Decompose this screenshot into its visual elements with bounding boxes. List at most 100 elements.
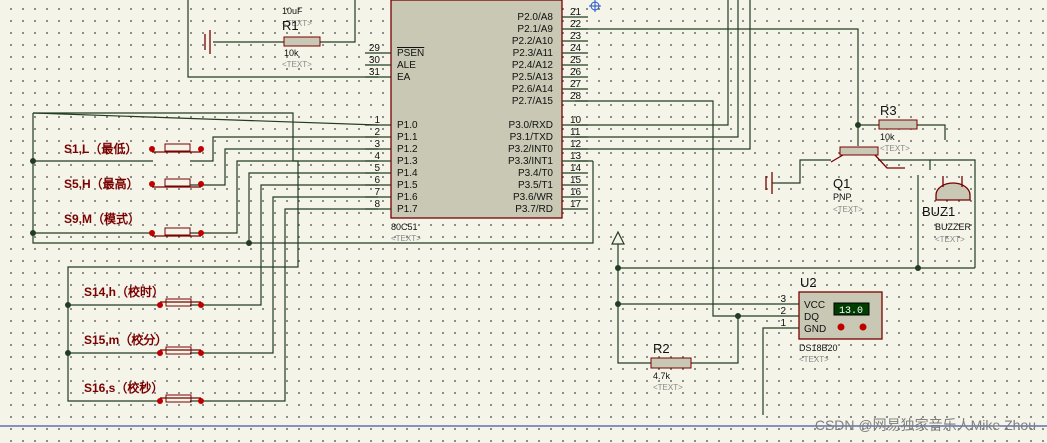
r2-ref: R2: [653, 341, 670, 356]
mcu-pin-number: 21: [570, 7, 582, 18]
mcu-pin-name: ALE: [397, 60, 416, 71]
watermark: CSDN @网易独家音乐人Mike Zhou: [815, 417, 1036, 433]
mcu-pin-number: 30: [369, 55, 381, 66]
mcu-pin-name: P3.4/T0: [518, 168, 553, 179]
mcu-pin-name: P2.0/A8: [517, 12, 553, 23]
mcu-pin-number: 22: [570, 19, 582, 30]
mcu-80c51[interactable]: 29 PSEN 30 ALE 31 EA 1 P1.0 2 P1.1 3 P1.2 4 P1.3 5 P1.4…: [365, 0, 588, 243]
power-terminal: [611, 230, 625, 245]
mcu-pin-name: P3.0/RXD: [509, 120, 553, 131]
r3-value: 10k: [880, 132, 895, 142]
mcu-pin-name: P3.6/WR: [513, 192, 553, 203]
u2-text: <TEXT>: [799, 355, 829, 364]
r3-ref: R3: [880, 103, 897, 118]
r3-text: <TEXT>: [880, 144, 910, 153]
mcu-pin-number: 11: [570, 127, 581, 138]
mcu-pin-number: 10: [570, 115, 582, 126]
u2-part: DS18B20: [799, 343, 838, 353]
ground-q1: [765, 172, 778, 194]
resistor-r3[interactable]: R3 10k <TEXT>: [878, 103, 918, 153]
u2-pin-number: 1: [780, 318, 786, 329]
transistor-q1[interactable]: Q1 PNP <TEXT>: [830, 146, 905, 214]
mcu-pin-name: P2.5/A13: [512, 72, 554, 83]
mcu-pin-number: 17: [570, 199, 582, 210]
mcu-pin-name: P2.7/A15: [512, 96, 554, 107]
mcu-pin-number: 27: [570, 79, 582, 90]
r1-ref: R1: [282, 18, 299, 33]
mcu-pin-name: P2.1/A9: [517, 24, 553, 35]
mcu-pin-number: 15: [570, 175, 582, 186]
switch-s5[interactable]: S5,H（最高）: [64, 176, 204, 191]
mcu-pin-name: P1.7: [397, 204, 418, 215]
r1-value: 10k: [284, 48, 299, 58]
mcu-pin-name: P3.5/T1: [518, 180, 553, 191]
mcu-pin-number: 4: [374, 151, 380, 162]
mcu-pin-name: P1.4: [397, 168, 418, 179]
cap-value: 10uF: [282, 6, 303, 16]
mcu-pin-name: P1.5: [397, 180, 418, 191]
switch-s15-label: S15,m（校分）: [84, 332, 167, 347]
mcu-pin-number: 26: [570, 67, 582, 78]
switch-s1[interactable]: S1,L（最低）: [64, 141, 204, 156]
schematic: 29 PSEN30 ALE31 EA1 P1.02 P1.13 P1.24 P1.35 P1.4…: [0, 0, 1047, 433]
u2-pin-number: 3: [780, 294, 786, 305]
mcu-pin-name: P1.3: [397, 156, 418, 167]
r2-value: 4.7k: [653, 371, 671, 381]
resistor-r2[interactable]: R2 4.7k <TEXT>: [650, 341, 692, 392]
mcu-ref: 80C51: [391, 222, 418, 232]
switch-s1-label: S1,L（最低）: [64, 141, 137, 156]
mcu-pin-number: 31: [369, 67, 381, 78]
buzzer-buz1[interactable]: BUZ1 BUZZER <TEXT>: [922, 176, 972, 244]
mcu-pin-number: 2: [374, 127, 380, 138]
mcu-pin-name: P2.3/A11: [513, 48, 554, 59]
crosshair-icon: [589, 0, 601, 12]
mcu-text: <TEXT>: [391, 234, 421, 243]
switch-s5-label: S5,H（最高）: [64, 176, 139, 191]
mcu-pin-name: PSEN: [397, 48, 424, 59]
buzzer-text: <TEXT>: [935, 235, 965, 244]
u2-ref: U2: [800, 275, 817, 290]
mcu-pin-number: 8: [374, 199, 380, 210]
buzzer-type: BUZZER: [935, 222, 972, 232]
mcu-pin-number: 24: [570, 43, 582, 54]
mcu-pin-number: 3: [374, 139, 380, 150]
u2-pin-name: GND: [804, 324, 826, 335]
mcu-pin-name: P1.1: [397, 132, 418, 143]
u2-display: 13.0: [839, 306, 863, 317]
u2-pin-name: VCC: [804, 300, 825, 311]
mcu-pin-number: 16: [570, 187, 582, 198]
u2-pin-number: 2: [780, 306, 786, 317]
mcu-pin-name: P1.2: [397, 144, 418, 155]
mcu-pin-name: P1.6: [397, 192, 418, 203]
mcu-pin-name: P3.1/TXD: [510, 132, 553, 143]
mcu-pin-name: P3.3/INT1: [508, 156, 553, 167]
sensor-u2-ds18b20[interactable]: 13.0 3 VCC 2 DQ 1 GND U2 DS18B20 <TEXT>: [780, 275, 883, 364]
mcu-pin-number: 12: [570, 139, 582, 150]
switch-s9-label: S9,M（模式）: [64, 211, 140, 226]
mcu-pin-name: EA: [397, 72, 411, 83]
mcu-pin-number: 29: [369, 43, 381, 54]
schematic-canvas: 29 PSEN 30 ALE 31 EA 1 P1.0 2 P1.1 3 P1.2 4 P1.3 5 P1.4…: [0, 0, 1047, 443]
mcu-pin-number: 28: [570, 91, 582, 102]
switch-s9[interactable]: S9,M（模式）: [64, 211, 204, 237]
switch-s16-label: S16,s（校秒）: [84, 380, 163, 395]
u2-pin-name: DQ: [804, 312, 819, 323]
r2-text: <TEXT>: [653, 383, 683, 392]
switch-s14-label: S14,h（校时）: [84, 284, 164, 299]
mcu-pin-number: 5: [374, 163, 380, 174]
mcu-pin-number: 13: [570, 151, 582, 162]
mcu-pin-name: P3.2/INT0: [508, 144, 553, 155]
mcu-pin-number: 7: [374, 187, 380, 198]
mcu-pin-number: 14: [570, 163, 582, 174]
mcu-pin-number: 6: [374, 175, 380, 186]
mcu-pin-name: P1.0: [397, 120, 418, 131]
mcu-pin-number: 23: [570, 31, 582, 42]
mcu-pin-number: 1: [374, 115, 380, 126]
q1-text: <TEXT>: [833, 205, 863, 214]
r1-text: <TEXT>: [282, 60, 312, 69]
mcu-pin-name: P2.4/A12: [512, 60, 554, 71]
mcu-pin-name: P2.2/A10: [512, 36, 554, 47]
q1-ref: Q1: [833, 176, 850, 191]
mcu-pin-name: P2.6/A14: [512, 84, 554, 95]
mcu-pin-number: 25: [570, 55, 582, 66]
